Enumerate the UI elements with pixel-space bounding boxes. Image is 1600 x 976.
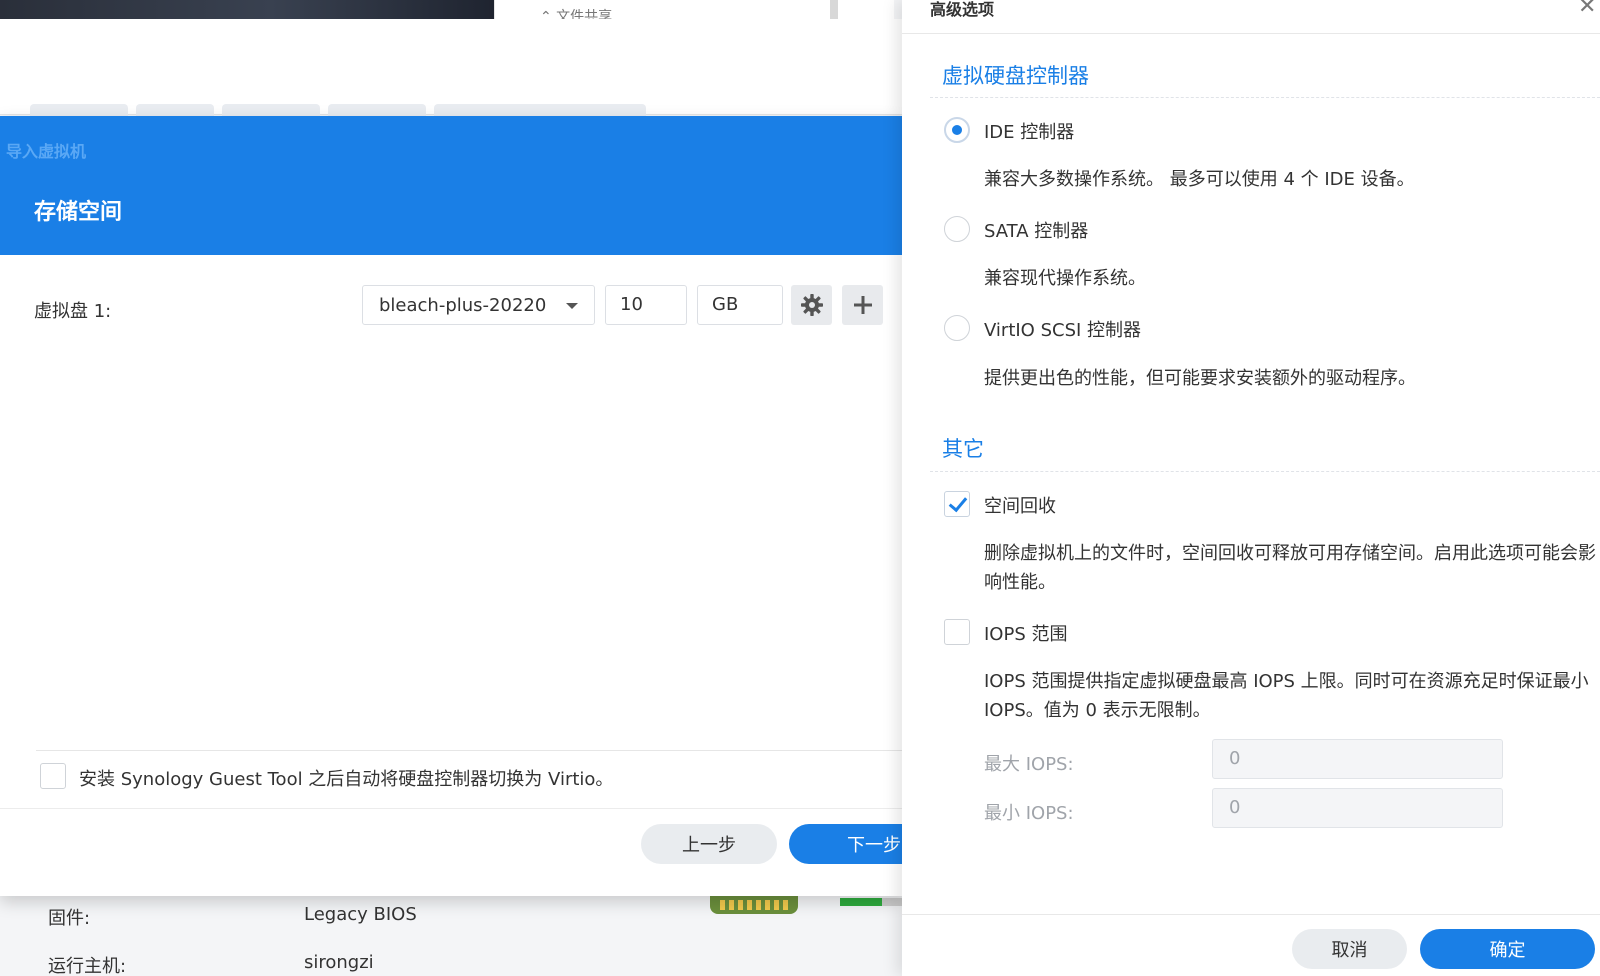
min-iops-input[interactable]: 0: [1212, 788, 1503, 828]
wizard-footer-divider: [0, 808, 902, 809]
previous-step-button[interactable]: 上一步: [641, 824, 777, 864]
panel-header-divider: [902, 33, 1600, 34]
firmware-label: 固件:: [48, 908, 91, 929]
panel-footer-divider: [902, 914, 1600, 915]
iops-range-label: IOPS 范围: [984, 624, 1068, 645]
background-banner: [0, 0, 494, 19]
cancel-button[interactable]: 取消: [1292, 929, 1407, 969]
plus-icon: [853, 296, 872, 314]
guest-tool-label: 安装 Synology Guest Tool 之后自动将硬盘控制器切换为 Vir…: [79, 769, 614, 790]
section-title-other: 其它: [942, 437, 984, 461]
wizard-header: 导入虚拟机 存储空间: [0, 116, 902, 255]
gear-icon: [800, 294, 823, 316]
disk-size-input[interactable]: 10: [605, 285, 687, 325]
iops-range-desc: IOPS 范围提供指定虚拟硬盘最高 IOPS 上限。同时可在资源充足时保证最小 …: [984, 671, 1589, 721]
sata-controller-radio[interactable]: [944, 216, 970, 242]
virtio-scsi-controller-label: VirtIO SCSI 控制器: [984, 320, 1142, 341]
caret-down-icon: [566, 303, 578, 309]
ide-controller-radio[interactable]: [944, 117, 970, 143]
background-tab[interactable]: [30, 104, 128, 116]
advanced-options-panel: 高级选项 ✕ 虚拟硬盘控制器 IDE 控制器 兼容大多数操作系统。 最多可以使用…: [902, 0, 1600, 976]
wizard-divider: [36, 750, 902, 751]
space-reclaim-desc: 删除虚拟机上的文件时，空间回收可释放可用存储空间。启用此选项可能会影响性能。: [984, 543, 1596, 593]
section-divider: [930, 97, 1600, 98]
background-tab[interactable]: [136, 104, 214, 116]
background-tab[interactable]: [222, 104, 320, 116]
host-value: sirongzi: [304, 952, 374, 973]
import-vm-wizard: 导入虚拟机 存储空间 虚拟盘 1: bleach-plus-20220 10 G…: [0, 116, 929, 896]
wizard-import-label: 导入虚拟机: [6, 142, 87, 161]
background-tab[interactable]: [434, 104, 646, 116]
space-reclaim-label: 空间回收: [984, 496, 1056, 517]
background-panel: [0, 19, 902, 115]
ide-controller-label: IDE 控制器: [984, 122, 1075, 143]
add-disk-button[interactable]: [842, 285, 883, 325]
close-icon[interactable]: ✕: [1578, 0, 1596, 19]
background-scrollbar[interactable]: [830, 0, 838, 19]
wizard-title: 存储空间: [34, 200, 123, 225]
virtio-scsi-controller-radio[interactable]: [944, 315, 970, 341]
virtual-disk-label: 虚拟盘 1:: [34, 301, 112, 322]
firmware-value: Legacy BIOS: [304, 904, 417, 925]
guest-tool-checkbox[interactable]: [40, 763, 66, 789]
ram-pins-icon: [720, 900, 788, 910]
disk-unit-select[interactable]: GB: [697, 285, 783, 325]
panel-title: 高级选项: [930, 0, 995, 19]
usage-bar-track: [882, 898, 902, 906]
min-iops-label: 最小 IOPS:: [984, 803, 1074, 824]
host-label: 运行主机:: [48, 956, 127, 976]
max-iops-label: 最大 IOPS:: [984, 754, 1074, 775]
section-title-controller: 虚拟硬盘控制器: [942, 64, 1089, 88]
disk-settings-button[interactable]: [791, 285, 832, 325]
background-tabs: [30, 104, 646, 116]
virtio-scsi-controller-desc: 提供更出色的性能，但可能要求安装额外的驱动程序。: [984, 368, 1416, 389]
background-tab[interactable]: [328, 104, 426, 116]
virtual-disk-select-value: bleach-plus-20220: [379, 294, 547, 316]
space-reclaim-checkbox[interactable]: [944, 491, 970, 517]
usage-bar: [840, 898, 882, 906]
virtual-disk-select[interactable]: bleach-plus-20220: [362, 285, 595, 325]
ide-controller-desc: 兼容大多数操作系统。 最多可以使用 4 个 IDE 设备。: [984, 169, 1415, 190]
sata-controller-label: SATA 控制器: [984, 221, 1089, 242]
sata-controller-desc: 兼容现代操作系统。: [984, 268, 1146, 289]
iops-range-checkbox[interactable]: [944, 619, 970, 645]
confirm-button[interactable]: 确定: [1420, 929, 1595, 969]
section-divider: [930, 471, 1600, 472]
max-iops-input[interactable]: 0: [1212, 739, 1503, 779]
